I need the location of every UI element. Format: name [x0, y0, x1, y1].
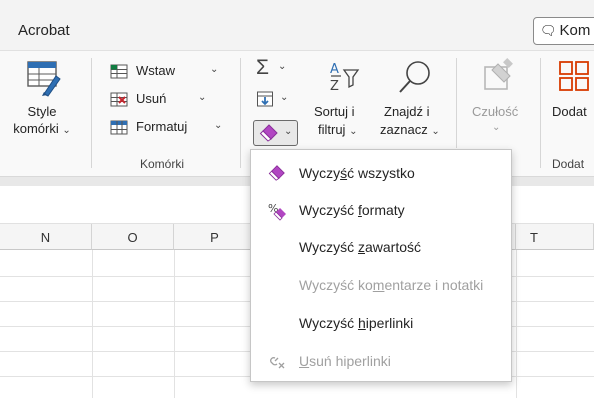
autosum-button[interactable]: Σ ⌄ [252, 56, 292, 80]
chevron-down-icon: ⌄ [349, 126, 358, 137]
column-gridline [516, 250, 517, 398]
delete-cells-button[interactable]: Usuń ⌄ [110, 90, 230, 112]
menu-item-remove-hyperlinks: Usuń hiperlinki [251, 343, 511, 379]
tab-acrobat[interactable]: Acrobat [18, 22, 70, 39]
sort-filter-button[interactable]: A Z Sortuj i filtruj ⌄ [312, 56, 374, 156]
menu-item-clear-comments-notes: Wyczyść komentarze i notatki [299, 277, 484, 293]
addins-label: Dodat [552, 104, 587, 119]
group-divider [91, 58, 92, 168]
find-select-button[interactable]: Znajdź i zaznacz ⌄ [378, 56, 450, 156]
delete-cells-label: Usuń [136, 91, 167, 106]
group-divider [240, 58, 241, 168]
sort-filter-label-line1: Sortuj i [314, 104, 355, 119]
insert-cells-button[interactable]: Wstaw ⌄ [110, 62, 230, 84]
comment-button-label: Kom [559, 22, 591, 39]
sort-filter-icon: A Z [328, 58, 362, 96]
addins-button[interactable]: Dodat [546, 56, 594, 156]
chevron-down-icon: ⌄ [214, 120, 223, 131]
find-select-label-line1: Znajdź i [384, 104, 430, 119]
svg-text:A: A [330, 62, 339, 77]
chevron-down-icon: ⌄ [278, 61, 287, 72]
sensitivity-label: Czułość [472, 104, 519, 119]
svg-text:Z: Z [330, 79, 339, 94]
cell-styles-label-line2: komórki [13, 121, 59, 136]
chevron-down-icon: ⌄ [210, 64, 219, 75]
menu-item-clear-all[interactable]: Wyczyść wszystko [251, 155, 511, 191]
column-gridline [174, 250, 175, 398]
cell-styles-button[interactable]: Style komórki ⌄ [0, 104, 84, 136]
comment-icon: 🗨 [540, 23, 557, 38]
clear-button[interactable]: ⌄ [253, 120, 298, 146]
menu-item-clear-formats[interactable]: % Wyczyść formaty [251, 192, 511, 228]
remove-hyperlinks-icon [268, 352, 286, 370]
group-divider [540, 58, 541, 168]
find-select-icon [396, 58, 434, 98]
format-cells-button[interactable]: Formatuj ⌄ [110, 118, 235, 140]
clear-eraser-icon [259, 124, 279, 142]
sensitivity-button: Czułość ⌄ [466, 56, 532, 156]
chevron-down-icon: ⌄ [431, 126, 440, 137]
addins-icon [558, 60, 592, 94]
menu-item-clear-hyperlinks[interactable]: Wyczyść hiperlinki [251, 305, 511, 341]
chevron-down-icon: ⌄ [284, 126, 293, 137]
column-header-n[interactable]: N [0, 224, 92, 250]
comment-button[interactable]: 🗨 Kom [533, 17, 594, 45]
format-cells-label: Formatuj [136, 119, 188, 134]
chevron-down-icon: ⌄ [198, 92, 207, 103]
group-divider [456, 58, 457, 148]
column-header-o[interactable]: O [92, 224, 174, 250]
column-gridline [92, 250, 93, 398]
clear-dropdown-menu: Wyczyść wszystko % Wyczyść formaty Wyczy… [250, 149, 512, 382]
chevron-down-icon: ⌄ [62, 125, 71, 136]
sort-filter-label-line2: filtruj [318, 122, 346, 137]
chevron-down-icon: ⌄ [492, 122, 501, 133]
chevron-down-icon: ⌄ [280, 92, 289, 103]
cell-styles-icon [22, 58, 62, 98]
insert-cells-label: Wstaw [136, 63, 175, 78]
format-cells-icon [110, 118, 128, 136]
group-label-addins: Dodat [552, 157, 585, 171]
sensitivity-icon [480, 58, 516, 94]
ribbon-tab-strip [0, 0, 594, 50]
find-select-label-line2: zaznacz [380, 122, 428, 137]
column-header-t[interactable]: T [516, 224, 594, 250]
clear-formats-icon: % [268, 201, 286, 221]
group-label-cells: Komórki [140, 157, 185, 171]
cell-styles-label-line1: Style [27, 104, 57, 119]
menu-item-clear-contents[interactable]: Wyczyść zawartość [251, 229, 511, 265]
clear-eraser-icon [268, 164, 286, 182]
column-header-p[interactable]: P [174, 224, 256, 250]
fill-button[interactable]: ⌄ [252, 90, 292, 112]
insert-cells-icon [110, 62, 128, 80]
delete-cells-icon [110, 90, 128, 108]
autosum-icon: Σ [256, 56, 269, 79]
fill-icon [256, 90, 274, 108]
